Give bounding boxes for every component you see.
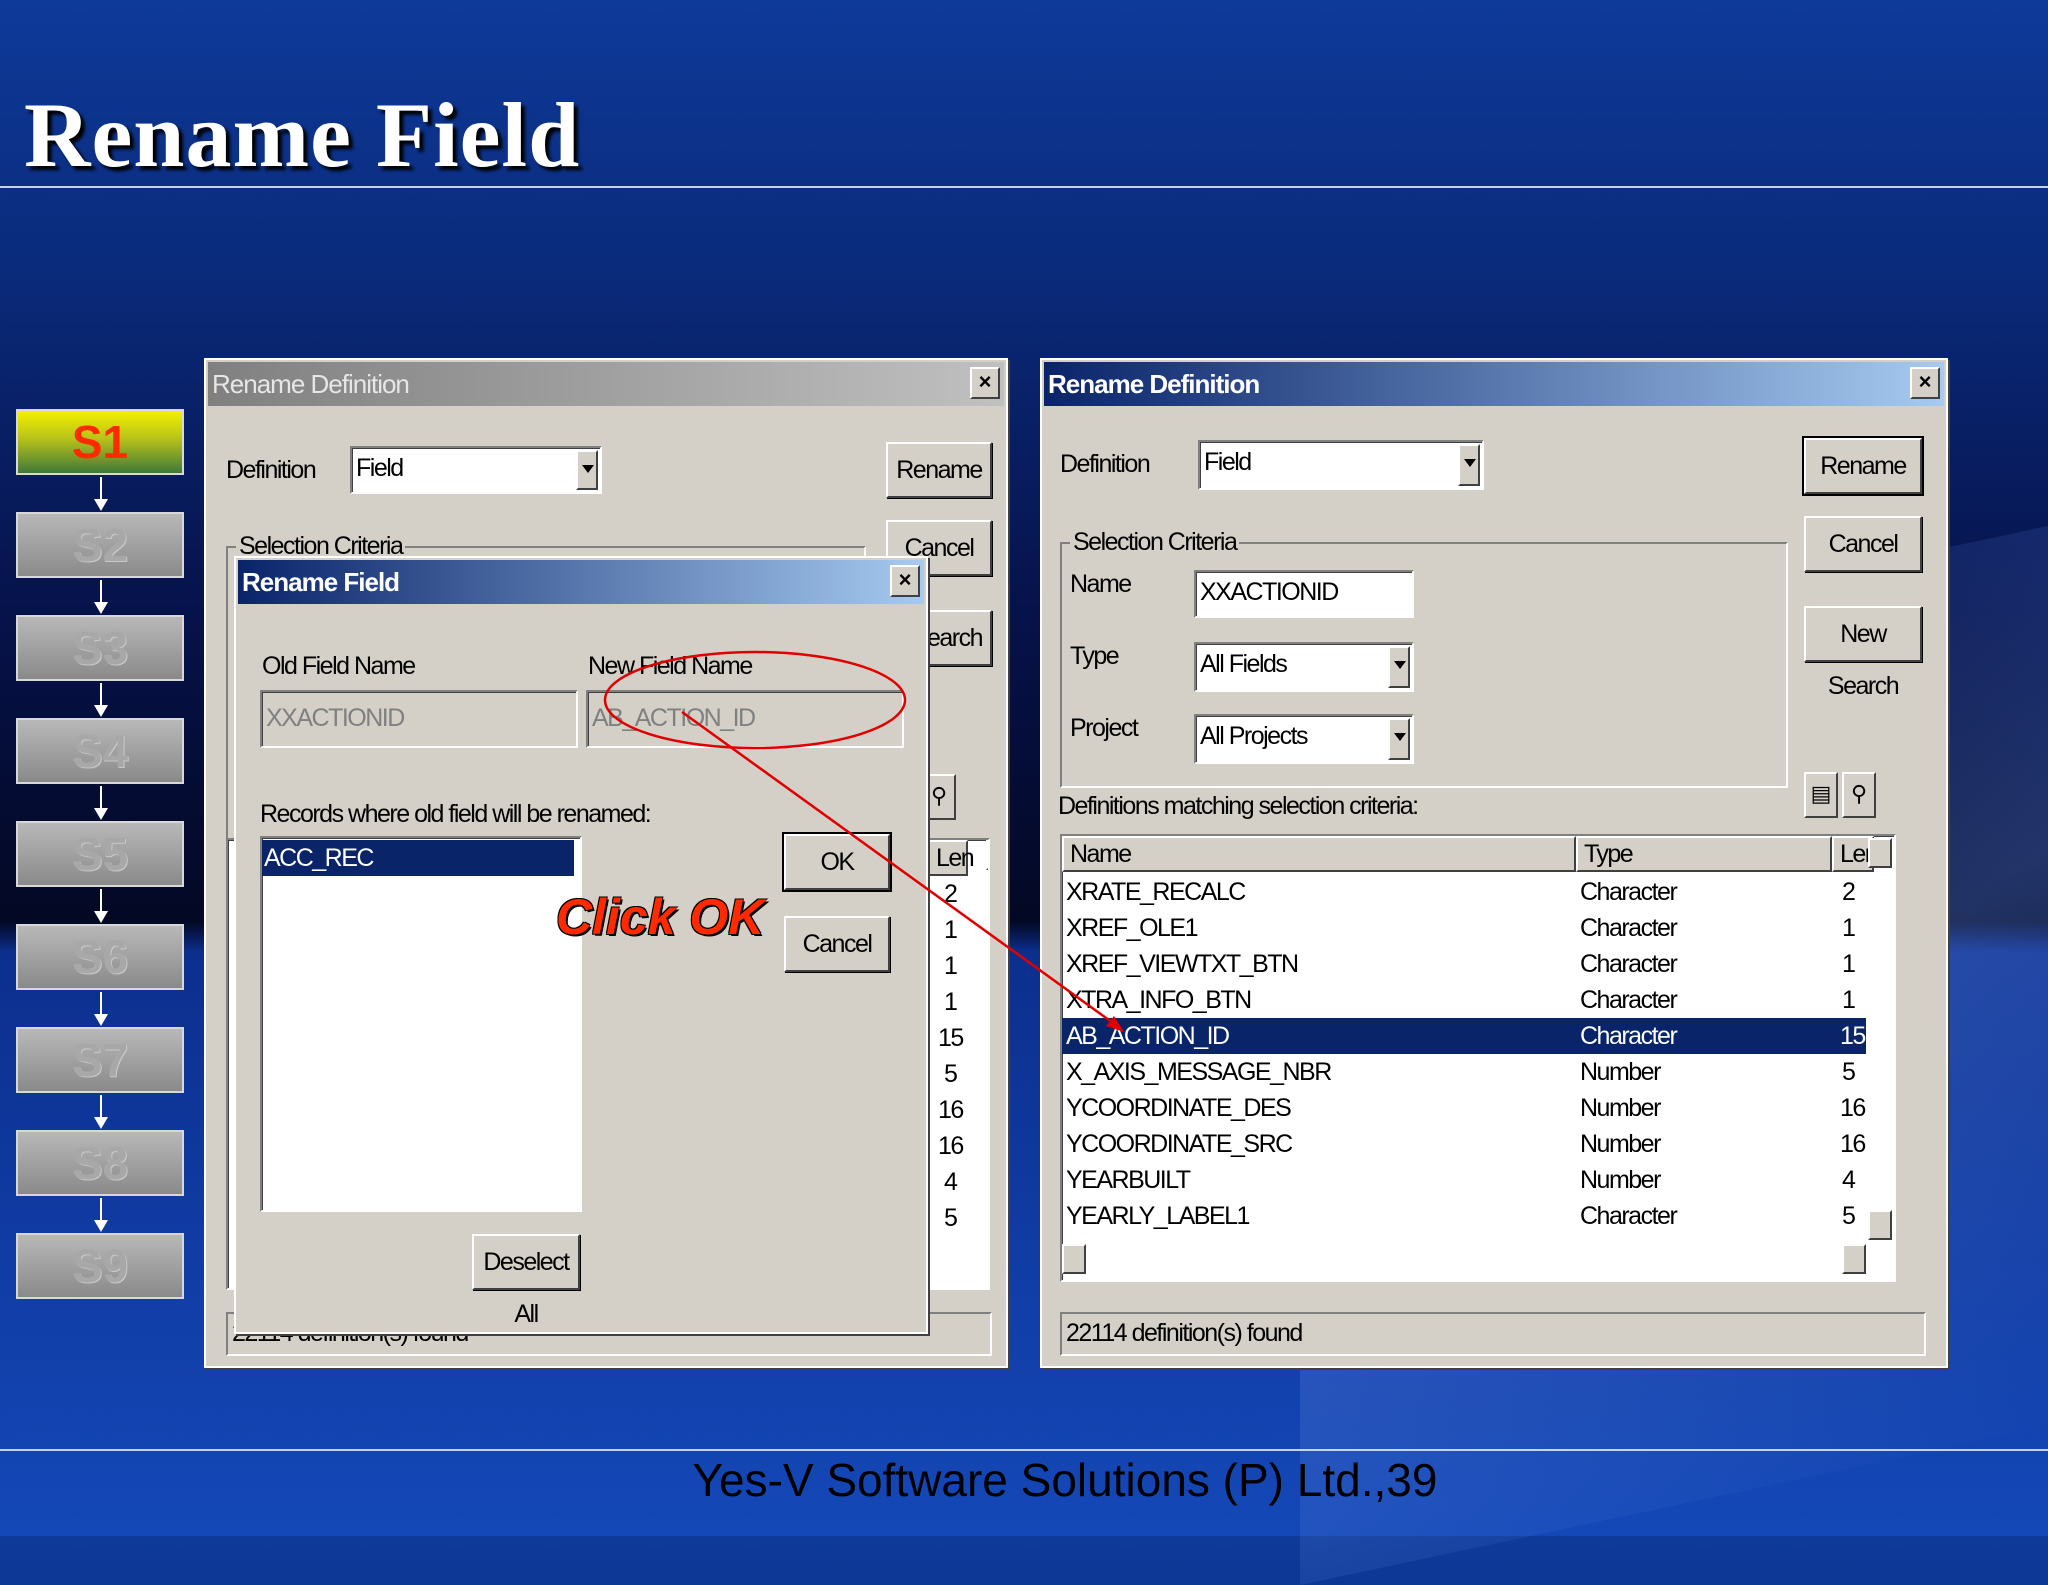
records-list[interactable]: ACC_REC <box>260 836 582 1212</box>
close-icon[interactable]: × <box>890 565 920 597</box>
step-s7[interactable]: S7 <box>16 1027 184 1129</box>
slide-footer: Yes-V Software Solutions (P) Ltd.,39 <box>692 1454 1438 1506</box>
step-s4[interactable]: S4 <box>16 718 184 820</box>
cancel-button[interactable]: Cancel <box>1804 516 1922 572</box>
selection-criteria-label: Selection Criteria <box>1070 528 1240 557</box>
rename-button[interactable]: Rename <box>1802 436 1924 496</box>
rename-field-titlebar: Rename Field <box>238 560 924 604</box>
table-row[interactable]: XRATE_RECALC Character 2 <box>1062 874 1866 910</box>
step-s6[interactable]: S6 <box>16 924 184 1026</box>
definition-select[interactable]: Field <box>1198 440 1484 490</box>
table-row[interactable]: XREF_OLE1 Character 1 <box>1062 910 1866 946</box>
slide-title: Rename Field <box>24 84 581 186</box>
table-row[interactable]: YCOORDINATE_DES Number 16 <box>1062 1090 1866 1126</box>
type-label: Type <box>1070 642 1120 670</box>
table-row[interactable]: YCOORDINATE_SRC Number 16 <box>1062 1126 1866 1162</box>
list-item[interactable]: ACC_REC <box>262 840 574 876</box>
definition-label: Definition <box>226 456 317 484</box>
table-row-selected[interactable]: AB_ACTION_ID Character 15 <box>1062 1018 1866 1054</box>
new-field-name-input[interactable]: AB_ACTION_ID <box>586 690 904 748</box>
step-list: S1 S2 S3 S4 S5 S6 S7 S8 S9 <box>16 409 188 1336</box>
column-len[interactable]: Len <box>928 840 975 876</box>
chevron-down-icon[interactable] <box>1458 444 1480 486</box>
new-search-button[interactable]: New Search <box>1804 606 1922 700</box>
table-row[interactable]: X_AXIS_MESSAGE_NBR Number 5 <box>1062 1054 1866 1090</box>
title-divider <box>0 186 2048 188</box>
step-arrow <box>94 580 108 614</box>
step-s2[interactable]: S2 <box>16 512 184 614</box>
old-field-name-input: XXACTIONID <box>260 690 578 748</box>
records-label: Records where old field will be renamed: <box>260 800 652 828</box>
rename-button[interactable]: Rename <box>886 442 992 498</box>
close-icon[interactable]: × <box>970 367 1000 399</box>
step-s1[interactable]: S1 <box>16 409 184 511</box>
definitions-table[interactable]: Name Type Len XRATE_RECALC Character 2 XRE… <box>1060 834 1896 1282</box>
old-field-name-label: Old Field Name <box>262 652 416 680</box>
table-row[interactable]: XREF_VIEWTXT_BTN Character 1 <box>1062 946 1866 982</box>
step-arrow <box>94 889 108 923</box>
click-ok-callout: Click OK <box>556 889 765 945</box>
scroll-up-button[interactable] <box>1868 838 1892 868</box>
left-window-titlebar: Rename Definition <box>208 362 1004 406</box>
search-icon[interactable]: ⚲ <box>1842 772 1876 818</box>
name-input[interactable]: XXACTIONID <box>1194 570 1414 618</box>
definition-select[interactable]: Field <box>350 446 602 494</box>
new-field-name-label: New Field Name <box>588 652 753 680</box>
right-window-titlebar: Rename Definition <box>1044 362 1944 406</box>
step-arrow <box>94 1095 108 1129</box>
step-s9[interactable]: S9 <box>16 1233 184 1299</box>
type-select[interactable]: All Fields <box>1194 642 1414 692</box>
close-icon[interactable]: × <box>1910 367 1940 399</box>
matching-label: Definitions matching selection criteria: <box>1058 792 1419 820</box>
column-type[interactable]: Type <box>1576 836 1832 872</box>
project-label: Project <box>1070 714 1139 742</box>
scroll-right-button[interactable] <box>1842 1244 1866 1274</box>
deselect-all-button[interactable]: Deselect All <box>472 1234 580 1328</box>
name-label: Name <box>1070 570 1132 598</box>
document-icon[interactable]: ▤ <box>1804 772 1838 818</box>
step-arrow <box>94 477 108 511</box>
step-s3[interactable]: S3 <box>16 615 184 717</box>
table-row[interactable]: XTRA_INFO_BTN Character 1 <box>1062 982 1866 1018</box>
status-bar: 22114 definition(s) found <box>1060 1312 1926 1356</box>
right-rename-definition-window: Rename Definition × Definition Field Ren… <box>1040 358 1948 1368</box>
chevron-down-icon[interactable] <box>1388 718 1410 760</box>
column-name[interactable]: Name <box>1062 836 1576 872</box>
scroll-up-button[interactable] <box>986 840 988 870</box>
cancel-button[interactable]: Cancel <box>784 916 890 972</box>
step-arrow <box>94 683 108 717</box>
step-arrow <box>94 1198 108 1232</box>
step-s5[interactable]: S5 <box>16 821 184 923</box>
step-arrow <box>94 786 108 820</box>
selection-criteria-group <box>1060 542 1788 788</box>
chevron-down-icon[interactable] <box>1388 646 1410 688</box>
definition-label: Definition <box>1060 450 1151 478</box>
table-row[interactable]: YEARBUILT Number 4 <box>1062 1162 1866 1198</box>
project-select[interactable]: All Projects <box>1194 714 1414 764</box>
scroll-left-button[interactable] <box>1062 1244 1086 1274</box>
ok-button[interactable]: OK <box>782 832 892 892</box>
step-s8[interactable]: S8 <box>16 1130 184 1232</box>
table-row[interactable]: YEARLY_LABEL1 Character 5 <box>1062 1198 1866 1234</box>
scroll-down-button[interactable] <box>1868 1210 1892 1240</box>
step-arrow <box>94 992 108 1026</box>
chevron-down-icon[interactable] <box>576 450 598 490</box>
